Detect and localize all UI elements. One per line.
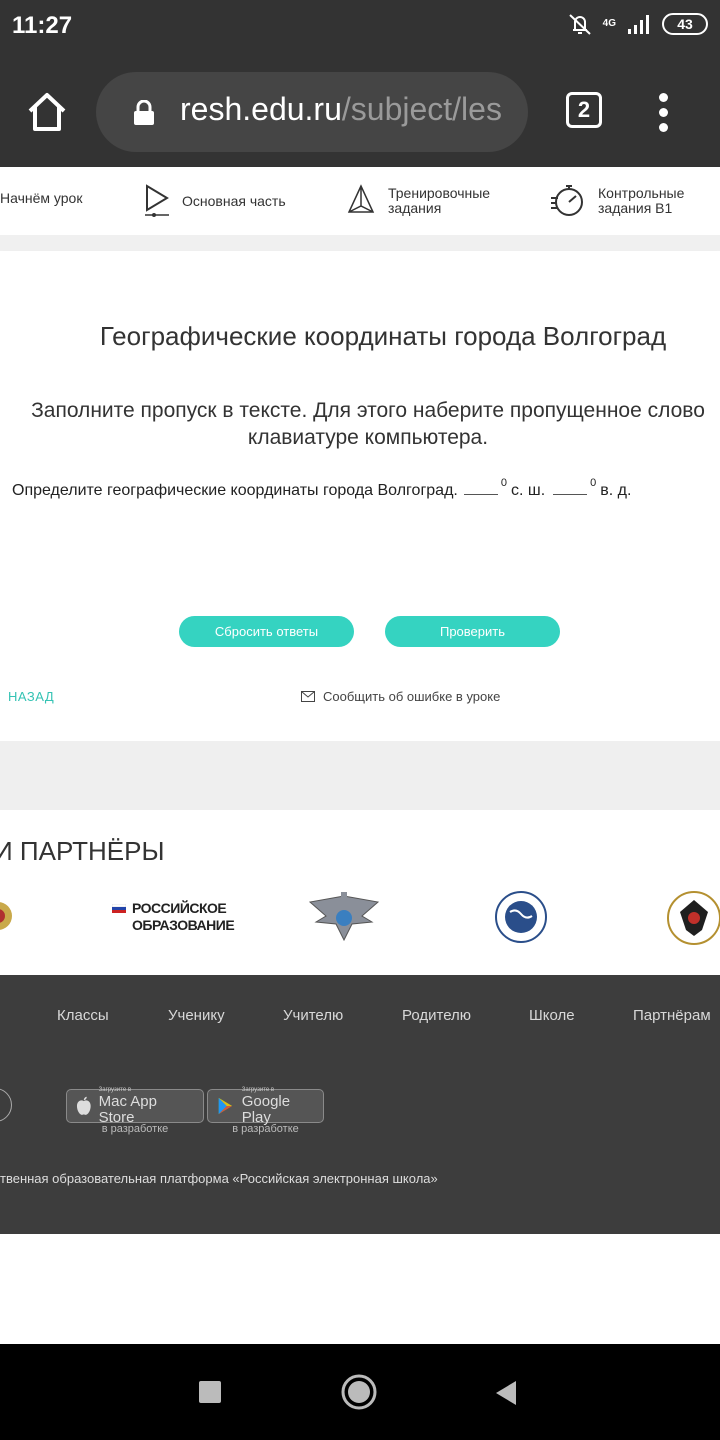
back-link[interactable]: НАЗАД bbox=[8, 689, 54, 704]
separator-band bbox=[0, 235, 720, 251]
home-icon[interactable] bbox=[22, 87, 72, 137]
back-icon[interactable] bbox=[494, 1380, 518, 1406]
status-bar: 11:27 4G 43 bbox=[0, 0, 720, 55]
system-nav-bar bbox=[0, 1344, 720, 1440]
check-button[interactable]: Проверить bbox=[385, 616, 560, 647]
russian-education-logo[interactable]: РОССИЙСКОЕ ОБРАЗОВАНИЕ bbox=[112, 900, 235, 934]
status-icons: 4G 43 bbox=[567, 12, 708, 36]
nav-item-main[interactable]: Основная часть bbox=[142, 183, 286, 219]
envelope-icon bbox=[301, 691, 315, 702]
play-icon bbox=[145, 184, 169, 217]
task-card: Географические координаты города Волгогр… bbox=[0, 251, 720, 741]
partners-section: И ПАРТНЁРЫ РОССИЙСКОЕ ОБРАЗОВАНИЕ bbox=[0, 810, 720, 975]
longitude-input[interactable] bbox=[553, 479, 588, 495]
mac-app-store-badge[interactable]: Загрузите в Mac App Store bbox=[66, 1087, 204, 1125]
nav-item-label: Основная часть bbox=[182, 192, 286, 209]
nav-item-control[interactable]: Контрольные задания B1 bbox=[550, 184, 684, 218]
address-bar[interactable]: resh.edu.ru/subject/les bbox=[96, 72, 528, 152]
browser-toolbar: resh.edu.ru/subject/les 2 bbox=[0, 55, 720, 167]
google-play-icon bbox=[218, 1097, 233, 1115]
lock-icon bbox=[134, 100, 154, 125]
report-error-label: Сообщить об ошибке в уроке bbox=[323, 689, 501, 704]
url-host: resh.edu.ru bbox=[180, 91, 342, 127]
circle-icon[interactable] bbox=[0, 1088, 12, 1122]
ministry-eagle-logo[interactable] bbox=[306, 888, 382, 944]
footer-link-teacher[interactable]: Учителю bbox=[283, 1007, 343, 1024]
degree-mark: 0 bbox=[500, 477, 507, 489]
question-text: Определите географические координаты гор… bbox=[12, 482, 458, 499]
russian-flag-icon bbox=[112, 904, 126, 913]
partners-title: И ПАРТНЁРЫ bbox=[0, 836, 165, 866]
footer-copyright: твенная образовательная платформа «Росси… bbox=[0, 1171, 438, 1186]
report-error-link[interactable]: Сообщить об ошибке в уроке bbox=[301, 689, 500, 704]
in-development-note: в разработке bbox=[101, 1123, 169, 1135]
task-title: Географические координаты города Волгогр… bbox=[99, 321, 667, 351]
footer-link-student[interactable]: Ученику bbox=[168, 1007, 225, 1024]
google-play-badge[interactable]: Загрузите в Google Play bbox=[207, 1087, 324, 1125]
nav-item-label: Тренировочные задания bbox=[388, 185, 491, 216]
battery-indicator: 43 bbox=[662, 13, 708, 35]
latitude-unit: с. ш. bbox=[510, 482, 546, 499]
timer-icon bbox=[551, 185, 583, 216]
pyramid-icon bbox=[347, 184, 375, 213]
military-historical-society-logo[interactable] bbox=[664, 890, 720, 946]
footer-link-school[interactable]: Школе bbox=[529, 1007, 575, 1024]
site-footer: Классы Ученику Учителю Родителю Школе Па… bbox=[0, 975, 720, 1234]
latitude-input[interactable] bbox=[463, 479, 498, 495]
signal-icon bbox=[628, 15, 649, 34]
nav-item-label: Контрольные задания B1 bbox=[598, 185, 685, 216]
footer-link-classes[interactable]: Классы bbox=[57, 1007, 109, 1024]
in-development-note: в разработке bbox=[232, 1123, 299, 1135]
mute-icon bbox=[568, 14, 591, 35]
tabs-count-button[interactable]: 2 bbox=[566, 92, 602, 128]
lesson-nav: Начнём урок Основная часть Тренировочные… bbox=[0, 167, 720, 235]
grey-separator bbox=[0, 741, 720, 810]
footer-link-parent[interactable]: Родителю bbox=[402, 1007, 471, 1024]
network-type: 4G bbox=[602, 18, 616, 29]
url-text: resh.edu.ru/subject/les bbox=[180, 91, 510, 128]
status-time: 11:27 bbox=[12, 12, 73, 39]
longitude-unit: в. д. bbox=[600, 482, 632, 499]
task-instruction: Заполните пропуск в тексте. Для этого на… bbox=[31, 399, 705, 449]
reset-answers-button[interactable]: Сбросить ответы bbox=[179, 616, 354, 647]
emblem-logo[interactable] bbox=[0, 892, 16, 942]
degree-mark: 0 bbox=[590, 477, 597, 489]
menu-icon[interactable] bbox=[654, 93, 674, 133]
nav-item-start[interactable]: Начнём урок bbox=[0, 191, 82, 206]
apple-icon bbox=[76, 1096, 91, 1115]
home-circle-icon[interactable] bbox=[340, 1373, 378, 1411]
footer-link-partners[interactable]: Партнёрам bbox=[633, 1007, 711, 1024]
task-question: Определите географические координаты гор… bbox=[12, 477, 632, 500]
geographic-society-logo[interactable] bbox=[488, 890, 554, 944]
recents-icon[interactable] bbox=[199, 1381, 221, 1403]
nav-item-label: Начнём урок bbox=[0, 190, 83, 206]
url-path: /subject/les bbox=[341, 91, 502, 127]
nav-item-training[interactable]: Тренировочные задания bbox=[346, 184, 490, 218]
